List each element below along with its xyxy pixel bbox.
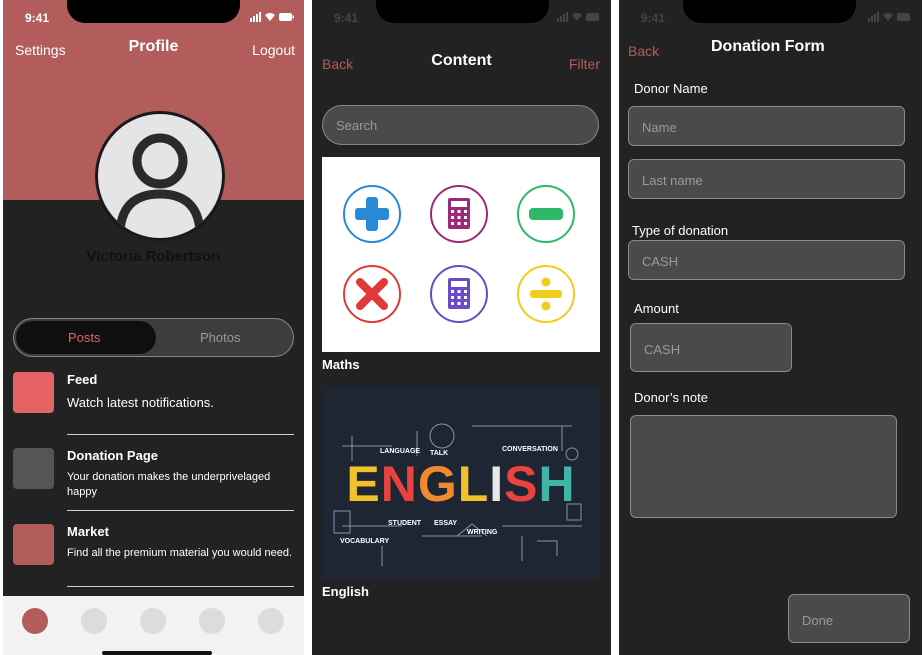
notch bbox=[376, 0, 549, 23]
market-desc: Find all the premium material you would … bbox=[67, 547, 293, 559]
page-title: Donation Form bbox=[711, 38, 825, 55]
amount-field[interactable]: CASH bbox=[630, 323, 792, 372]
divider bbox=[67, 586, 294, 587]
letter-e: E bbox=[346, 456, 381, 512]
home-indicator bbox=[102, 651, 212, 655]
status-time: 9:41 bbox=[641, 11, 666, 25]
letter-n: N bbox=[380, 456, 418, 512]
amount-value: CASH bbox=[644, 342, 681, 357]
multiply-icon bbox=[343, 265, 401, 323]
tab-dot-active[interactable] bbox=[22, 608, 48, 634]
content-screen: 9:41 Back Content Filter Search Maths EN… bbox=[312, 0, 611, 655]
english-caption: English bbox=[322, 584, 369, 599]
user-name: Victoria Robertson bbox=[86, 248, 221, 265]
search-input[interactable]: Search bbox=[322, 105, 599, 145]
donation-thumbnail bbox=[13, 448, 54, 489]
donation-page-title[interactable]: Donation Page bbox=[67, 448, 158, 463]
logout-button[interactable]: Logout bbox=[252, 42, 295, 58]
page-title: Content bbox=[431, 52, 492, 69]
label-conversation: CONVERSATION bbox=[502, 446, 558, 453]
notch bbox=[67, 0, 240, 23]
label-student: STUDENT bbox=[388, 520, 422, 527]
donor-name-label: Donor Name bbox=[634, 81, 708, 96]
divider bbox=[67, 434, 294, 435]
first-name-field[interactable]: Name bbox=[628, 106, 905, 146]
avatar[interactable] bbox=[95, 111, 225, 241]
minus-icon bbox=[517, 185, 575, 243]
status-icons bbox=[868, 12, 910, 22]
maths-card[interactable] bbox=[322, 157, 600, 352]
label-language: LANGUAGE bbox=[380, 448, 421, 455]
feed-desc: Watch latest notifications. bbox=[67, 395, 214, 410]
status-time: 9:41 bbox=[25, 11, 50, 25]
back-button[interactable]: Back bbox=[628, 43, 659, 59]
donation-type-label: Type of donation bbox=[632, 223, 729, 238]
tab-dot[interactable] bbox=[258, 608, 284, 634]
label-essay: ESSAY bbox=[434, 520, 458, 527]
letter-h: H bbox=[538, 456, 576, 512]
letter-g: G bbox=[417, 456, 458, 512]
tab-dot[interactable] bbox=[199, 608, 225, 634]
market-thumbnail bbox=[13, 524, 54, 565]
donation-form-screen: 9:41 Back Donation Form Donor Name Name … bbox=[619, 0, 922, 655]
status-bar: 9:41 bbox=[312, 0, 611, 30]
last-name-placeholder: Last name bbox=[642, 173, 703, 188]
market-title[interactable]: Market bbox=[67, 524, 109, 539]
label-writing: WRITING bbox=[467, 529, 498, 536]
status-time: 9:41 bbox=[334, 11, 359, 25]
search-placeholder: Search bbox=[336, 118, 378, 133]
status-icons bbox=[557, 12, 599, 22]
tab-bar bbox=[3, 596, 304, 655]
status-icons bbox=[250, 12, 294, 22]
english-card[interactable]: ENGLISH LANGUAGE TALK CONVERSATION STUDE… bbox=[322, 386, 600, 579]
donation-page-desc: Your donation makes the underprivelaged … bbox=[67, 471, 271, 498]
tab-dot[interactable] bbox=[81, 608, 107, 634]
letter-i: I bbox=[489, 456, 505, 512]
status-bar: 9:41 bbox=[3, 0, 304, 30]
donation-type-value: CASH bbox=[642, 254, 679, 269]
profile-screen: 9:41 Settings Profile Logout Victoria Ro… bbox=[3, 0, 304, 655]
calculator-icon bbox=[430, 265, 488, 323]
donor-note-label: Donor’s note bbox=[634, 390, 708, 405]
donation-type-field[interactable]: CASH bbox=[628, 240, 905, 280]
label-vocabulary: VOCABULARY bbox=[340, 538, 390, 545]
calculator-icon bbox=[430, 185, 488, 243]
tab-posts[interactable]: Posts bbox=[68, 330, 101, 345]
notch bbox=[683, 0, 856, 23]
done-button[interactable]: Done bbox=[788, 594, 910, 643]
letter-s: S bbox=[504, 456, 539, 512]
donor-note-field[interactable] bbox=[630, 415, 897, 518]
user-icon bbox=[115, 133, 205, 233]
tab-photos[interactable]: Photos bbox=[200, 330, 240, 345]
done-label: Done bbox=[802, 613, 834, 628]
maths-caption: Maths bbox=[322, 357, 360, 372]
tab-dot[interactable] bbox=[140, 608, 166, 634]
divide-icon bbox=[517, 265, 575, 323]
divider bbox=[67, 510, 294, 511]
segment-control: Posts Photos bbox=[13, 318, 294, 357]
feed-title[interactable]: Feed bbox=[67, 372, 97, 387]
english-heading: ENGLISH bbox=[322, 455, 600, 513]
feed-thumbnail bbox=[13, 372, 54, 413]
last-name-field[interactable]: Last name bbox=[628, 159, 905, 199]
first-name-placeholder: Name bbox=[642, 120, 677, 135]
filter-button[interactable]: Filter bbox=[569, 56, 600, 72]
status-bar: 9:41 bbox=[619, 0, 922, 30]
amount-label: Amount bbox=[634, 301, 679, 316]
letter-l: L bbox=[457, 456, 490, 512]
plus-icon bbox=[343, 185, 401, 243]
label-talk: TALK bbox=[430, 450, 449, 457]
